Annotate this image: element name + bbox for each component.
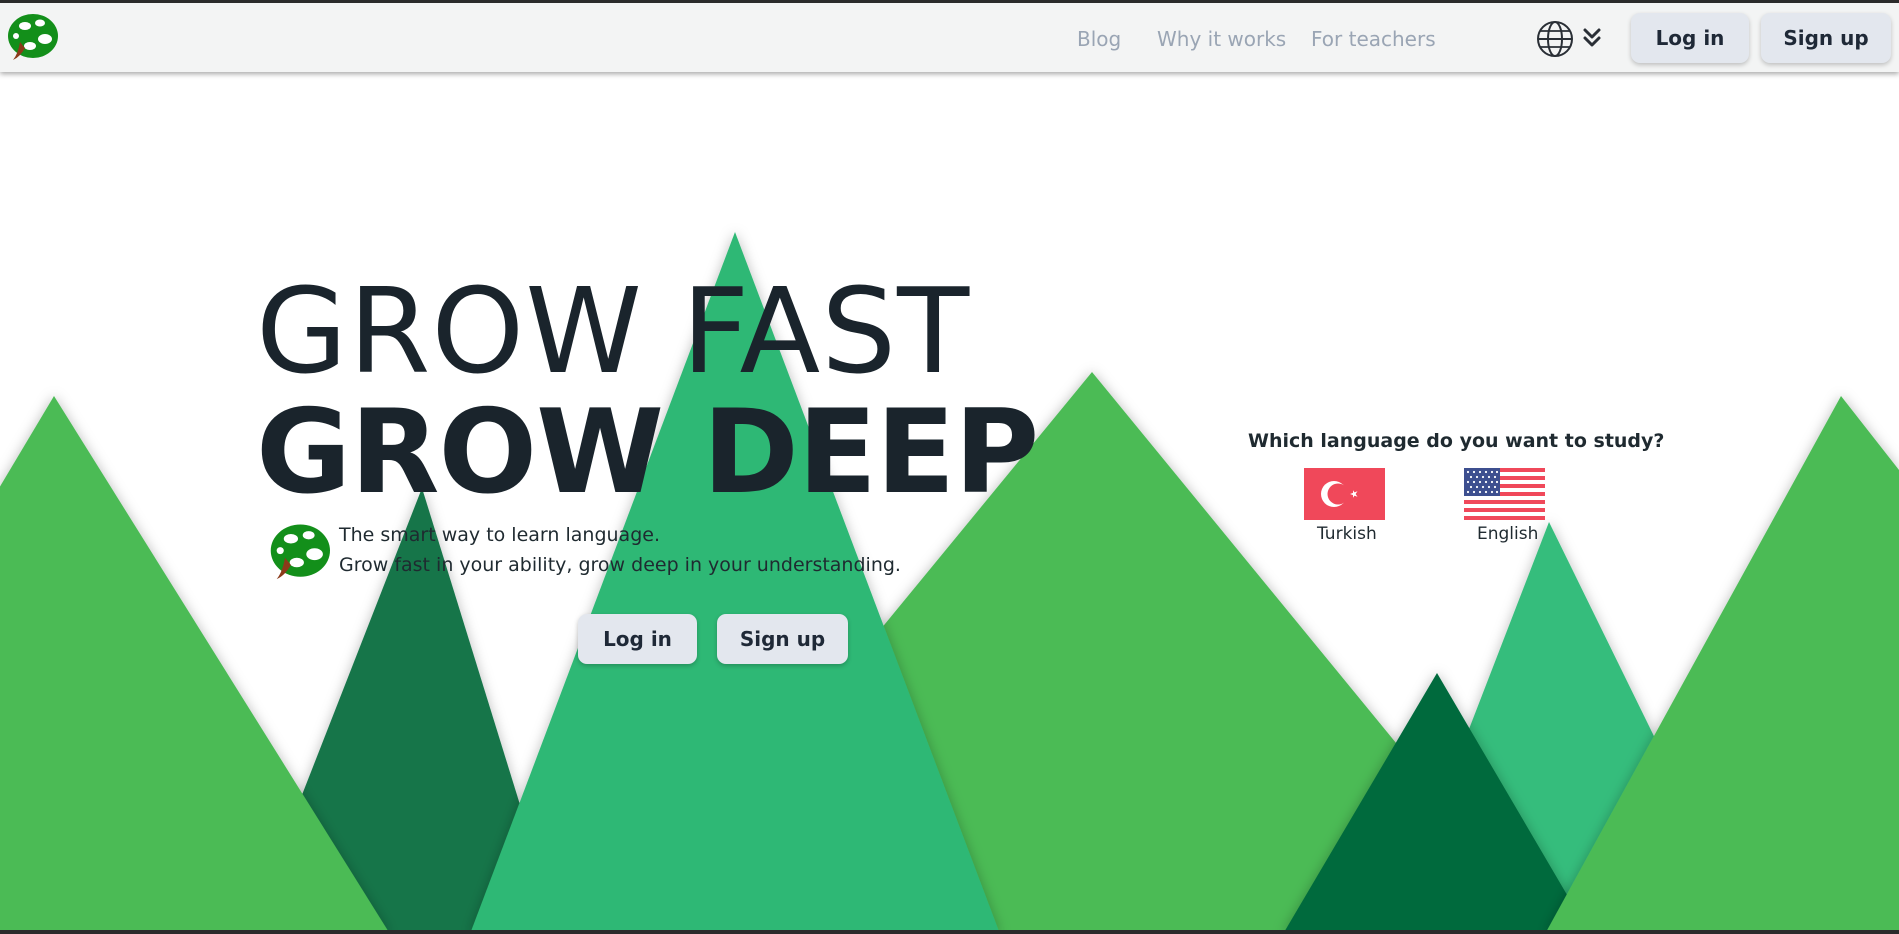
language-option-turkish[interactable]: Turkish	[1317, 524, 1377, 544]
window-top-edge	[0, 0, 1899, 3]
header-signup-button[interactable]: Sign up	[1761, 13, 1891, 63]
hero-heading-line2: GROW DEEP	[256, 385, 1039, 520]
header-login-button[interactable]: Log in	[1631, 13, 1749, 63]
us-flag-icon[interactable]	[1464, 468, 1545, 520]
nav-for-teachers-link[interactable]: For teachers	[1311, 27, 1436, 51]
language-option-english[interactable]: English	[1477, 524, 1538, 544]
turkey-flag-icon[interactable]	[1304, 468, 1385, 520]
chevron-double-down-icon[interactable]	[1582, 27, 1602, 49]
tagline-line2: Grow fast in your ability, grow deep in …	[339, 554, 901, 576]
nav-why-it-works-link[interactable]: Why it works	[1157, 27, 1286, 51]
nav-blog-link[interactable]: Blog	[1077, 27, 1121, 51]
hero-heading-line1: GROW FAST	[256, 262, 971, 400]
language-question: Which language do you want to study?	[1248, 430, 1665, 452]
hero-login-button[interactable]: Log in	[578, 614, 697, 664]
window-bottom-edge	[0, 930, 1899, 934]
logo-icon	[270, 524, 330, 580]
top-navbar: Blog Why it works For teachers Log in Si…	[0, 3, 1899, 72]
tagline-line1: The smart way to learn language.	[339, 524, 660, 546]
logo-icon[interactable]	[4, 12, 58, 64]
page: Blog Why it works For teachers Log in Si…	[0, 0, 1899, 934]
hero-signup-button[interactable]: Sign up	[717, 614, 848, 664]
globe-icon[interactable]	[1535, 19, 1575, 59]
